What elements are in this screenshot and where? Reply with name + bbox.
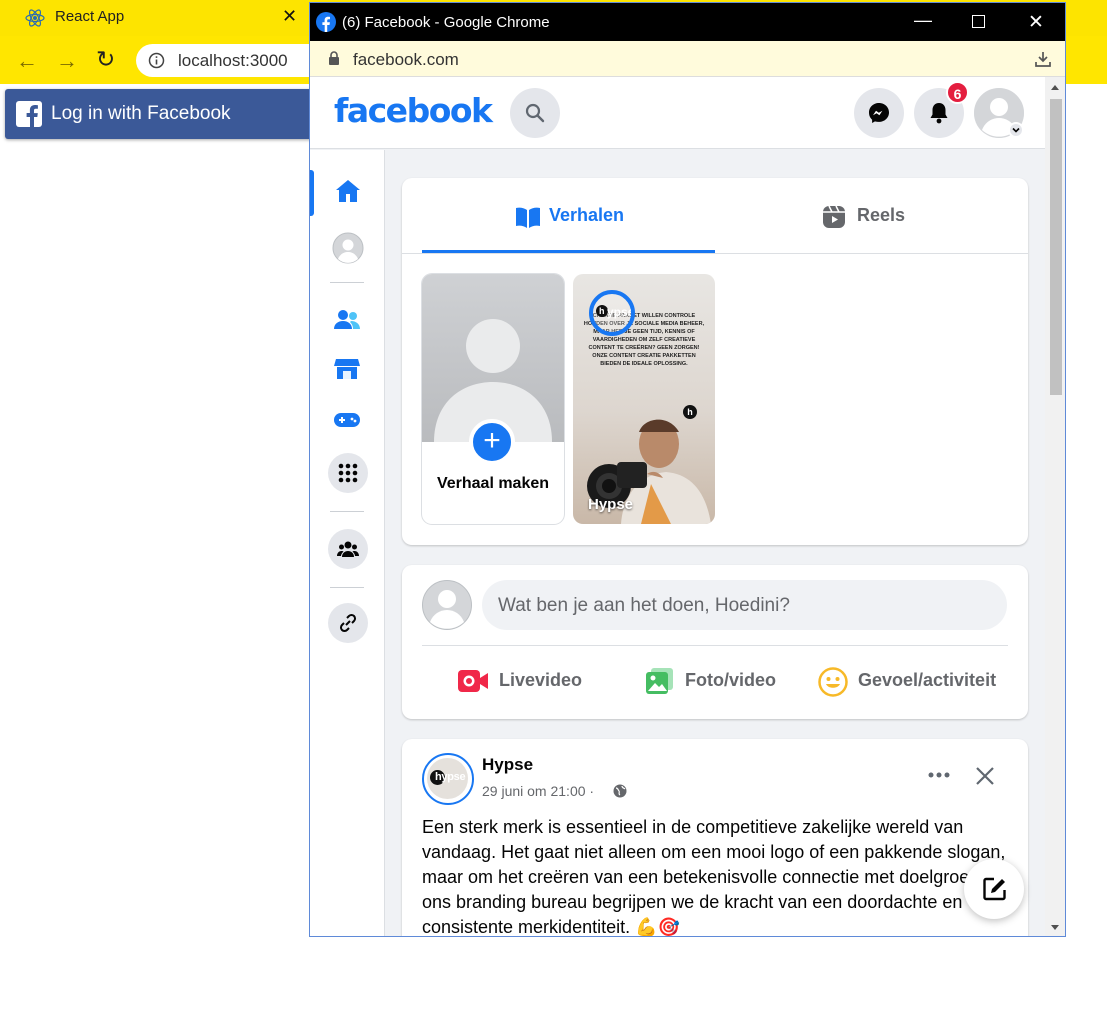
groups-button[interactable] [328, 529, 368, 569]
post-timestamp[interactable]: 29 juni om 21:00 · [482, 783, 594, 799]
address-url: localhost:3000 [178, 51, 288, 70]
post-author-avatar[interactable]: hypse [422, 753, 474, 805]
link-icon [338, 613, 358, 638]
notification-badge: 6 [946, 81, 969, 104]
profile-avatar-icon[interactable] [332, 232, 364, 269]
marketplace-icon[interactable] [334, 356, 360, 387]
shortcut-button[interactable] [328, 603, 368, 643]
photo-video-button[interactable]: Foto/video [645, 665, 795, 699]
forward-icon[interactable]: → [56, 48, 78, 74]
tab-reels[interactable]: Reels [857, 205, 905, 226]
post-body-text: Een sterk merk is essentieel in de compe… [422, 817, 1010, 937]
stories-card: Verhalen Reels + Verhaal maken CREATIE P… [402, 178, 1028, 545]
hypse-logo: hypse [427, 758, 468, 799]
grid-icon [338, 463, 358, 488]
composer-divider [422, 645, 1008, 646]
minimize-icon[interactable]: — [914, 10, 932, 31]
login-button-label: Log in with Facebook [51, 103, 231, 124]
hypse-logo-text: hypse [435, 771, 466, 783]
facebook-logo-icon [16, 101, 42, 132]
bell-icon [928, 101, 950, 130]
search-button[interactable] [510, 88, 560, 138]
groups-icon [337, 540, 359, 563]
home-icon[interactable] [334, 177, 362, 210]
address-bar[interactable]: localhost:3000 [136, 44, 336, 77]
tab-react-app[interactable]: React App ✕ [0, 0, 310, 36]
feeling-activity-button[interactable]: Gevoel/activiteit [818, 665, 1018, 699]
book-icon [515, 205, 541, 234]
tab-title: React App [55, 8, 125, 25]
post-composer-card: Wat ben je aan het doen, Hoedini? Livevi… [402, 565, 1028, 719]
back-icon[interactable]: ← [16, 48, 38, 74]
live-video-button[interactable]: Livevideo [457, 665, 637, 699]
info-icon [148, 52, 165, 74]
status-input-placeholder: Wat ben je aan het doen, Hoedini? [498, 595, 790, 616]
photo-video-label: Foto/video [685, 670, 776, 690]
close-icon[interactable]: ✕ [282, 6, 297, 27]
search-icon [525, 103, 545, 128]
reload-icon[interactable]: ↻ [96, 46, 115, 73]
photo-icon [645, 667, 675, 700]
messenger-icon [867, 101, 891, 130]
svg-text:ypse: ypse [607, 305, 631, 319]
new-message-button[interactable] [964, 859, 1024, 919]
globe-icon [613, 784, 627, 803]
facebook-logo[interactable]: facebook [334, 91, 493, 130]
compose-icon [982, 876, 1008, 907]
svg-text:h: h [599, 306, 605, 316]
add-story-plus-icon[interactable]: + [469, 419, 515, 465]
account-avatar-button[interactable] [974, 88, 1024, 138]
download-icon[interactable] [1034, 50, 1052, 73]
chevron-down-icon [1008, 122, 1024, 138]
menu-button[interactable] [328, 453, 368, 493]
react-icon [24, 7, 46, 34]
gaming-icon[interactable] [333, 409, 361, 436]
live-video-label: Livevideo [499, 670, 583, 690]
smiley-icon [818, 667, 848, 702]
popup-window-title: (6) Facebook - Google Chrome [342, 14, 550, 31]
scroll-up-icon[interactable] [1051, 85, 1059, 90]
hide-post-icon[interactable] [975, 766, 995, 791]
create-story-label: Verhaal maken [436, 475, 550, 492]
messenger-button[interactable] [854, 88, 904, 138]
facebook-favicon-icon [316, 12, 336, 37]
avatar [422, 580, 472, 635]
facebook-popup-window: (6) Facebook - Google Chrome — ✕ faceboo… [309, 2, 1066, 937]
feeling-activity-label: Gevoel/activiteit [858, 670, 997, 690]
live-video-icon [457, 668, 489, 699]
reels-icon [822, 205, 846, 234]
close-window-icon[interactable]: ✕ [1028, 11, 1044, 34]
scroll-thumb[interactable] [1050, 99, 1062, 395]
tab-stories[interactable]: Verhalen [549, 205, 624, 226]
left-navigation-rail [310, 150, 385, 936]
active-indicator [310, 170, 314, 216]
create-story-card[interactable]: + Verhaal maken [422, 274, 564, 524]
status-input[interactable]: Wat ben je aan het doen, Hoedini? [482, 580, 1007, 630]
scroll-down-icon[interactable] [1051, 925, 1059, 930]
maximize-icon[interactable] [972, 15, 985, 28]
story-hypse[interactable]: CREATIE PAKKET WILLEN CONTROLE HOUDEN OV… [573, 274, 715, 524]
popup-address-bar[interactable]: facebook.com [310, 41, 1065, 77]
story-author-name: Hypse [588, 496, 634, 513]
post-author-name[interactable]: Hypse [482, 755, 533, 775]
lock-icon [328, 51, 340, 71]
more-options-icon[interactable] [928, 765, 950, 783]
scrollbar[interactable] [1045, 77, 1065, 936]
rail-divider [330, 511, 364, 512]
facebook-login-button[interactable]: Log in with Facebook [5, 89, 325, 139]
rail-divider [330, 587, 364, 588]
post-card: hypse Hypse 29 juni om 21:00 · Een sterk… [402, 739, 1028, 937]
rail-divider [330, 282, 364, 283]
tabs-divider [402, 253, 1028, 254]
friends-icon[interactable] [333, 307, 361, 338]
popup-titlebar: (6) Facebook - Google Chrome — ✕ [310, 3, 1065, 41]
profile-placeholder-image [422, 274, 564, 442]
story-author-avatar: hypse [589, 290, 635, 336]
popup-url: facebook.com [353, 50, 459, 69]
